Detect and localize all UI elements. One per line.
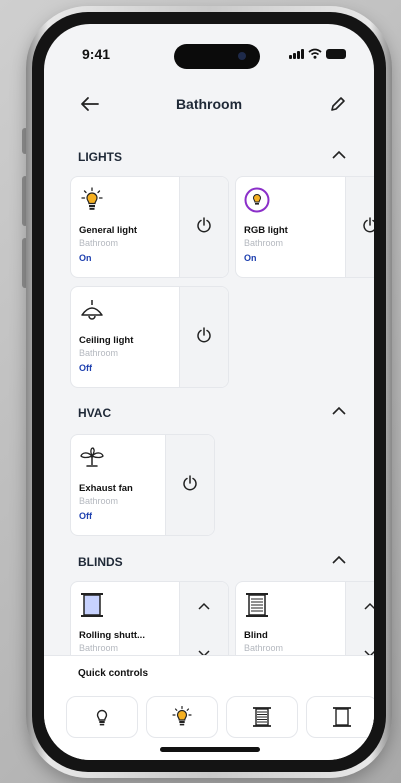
- device-name: Rolling shutt...: [79, 630, 145, 641]
- status-time: 9:41: [82, 46, 111, 62]
- power-icon[interactable]: [196, 327, 212, 343]
- device-room: Bathroom: [244, 643, 284, 653]
- section-title: BLINDS: [78, 555, 123, 569]
- quick-button-blinds[interactable]: [306, 696, 374, 738]
- device-state: On: [244, 253, 257, 263]
- device-card-rgb-light[interactable]: RGB light Bathroom On: [235, 176, 374, 278]
- page-title: Bathroom: [175, 96, 243, 112]
- device-card-ceiling-light[interactable]: Ceiling light Bathroom Off: [70, 286, 229, 388]
- edit-pencil-icon[interactable]: [328, 94, 348, 114]
- quick-button-lights-on[interactable]: [146, 696, 218, 738]
- chevron-up-icon[interactable]: [196, 600, 212, 612]
- nav-bar: Bathroom: [44, 90, 374, 120]
- phone-bezel: 9:41 Bathroom LIGHTS General light Bathr…: [32, 12, 386, 772]
- chevron-up-icon[interactable]: [330, 148, 348, 162]
- device-state: Off: [79, 511, 92, 521]
- blind-icon: [333, 707, 351, 727]
- device-name: Ceiling light: [79, 335, 134, 346]
- power-toggle-area[interactable]: [345, 177, 374, 277]
- power-icon[interactable]: [196, 217, 212, 233]
- bulb-on-icon: [172, 706, 192, 726]
- bulb-off-icon: [96, 709, 108, 726]
- phone-frame: 9:41 Bathroom LIGHTS General light Bathr…: [26, 6, 392, 778]
- device-room: Bathroom: [79, 348, 119, 358]
- section-header-hvac[interactable]: HVAC: [78, 402, 352, 424]
- device-room: Bathroom: [79, 643, 119, 653]
- power-toggle-area[interactable]: [165, 435, 214, 535]
- rgb-bulb-icon: [244, 187, 270, 213]
- power-toggle-area[interactable]: [179, 287, 228, 387]
- fan-icon: [80, 447, 104, 467]
- chevron-up-icon[interactable]: [330, 404, 348, 418]
- quick-controls-panel: Quick controls: [44, 655, 374, 760]
- device-room: Bathroom: [79, 238, 119, 248]
- device-room: Bathroom: [244, 238, 284, 248]
- section-title: HVAC: [78, 406, 112, 420]
- device-state: Off: [79, 363, 92, 373]
- quick-button-rolling-shutters[interactable]: [226, 696, 298, 738]
- power-icon[interactable]: [182, 475, 198, 491]
- device-card-general-light[interactable]: General light Bathroom On: [70, 176, 229, 278]
- battery-icon: [326, 48, 346, 59]
- device-name: General light: [79, 225, 138, 236]
- camera-dot: [238, 52, 246, 60]
- quick-button-lights-off[interactable]: [66, 696, 138, 738]
- device-state: On: [79, 253, 92, 263]
- device-name: Exhaust fan: [79, 483, 133, 494]
- blind-icon: [246, 593, 268, 617]
- chevron-up-icon[interactable]: [330, 553, 348, 567]
- dynamic-island: [174, 44, 260, 69]
- status-bar: 9:41: [44, 24, 374, 70]
- home-indicator[interactable]: [160, 747, 260, 752]
- status-icons: [289, 48, 346, 59]
- power-icon[interactable]: [362, 217, 374, 233]
- app-screen: 9:41 Bathroom LIGHTS General light Bathr…: [44, 24, 374, 760]
- power-toggle-area[interactable]: [179, 177, 228, 277]
- rolling-shutter-icon: [253, 707, 271, 727]
- section-header-blinds[interactable]: BLINDS: [78, 551, 352, 573]
- device-card-exhaust-fan[interactable]: Exhaust fan Bathroom Off: [70, 434, 215, 536]
- chevron-up-icon[interactable]: [362, 600, 374, 612]
- section-header-lights[interactable]: LIGHTS: [78, 146, 352, 168]
- device-name: Blind: [244, 630, 268, 641]
- rolling-shutter-icon: [81, 593, 103, 617]
- bulb-on-icon: [81, 187, 103, 210]
- section-title: LIGHTS: [78, 150, 122, 164]
- device-room: Bathroom: [79, 496, 119, 506]
- wifi-icon: [308, 48, 322, 59]
- signal-icon: [289, 48, 304, 59]
- device-name: RGB light: [244, 225, 288, 236]
- ceiling-lamp-icon: [81, 300, 103, 320]
- quick-controls-title: Quick controls: [78, 668, 149, 679]
